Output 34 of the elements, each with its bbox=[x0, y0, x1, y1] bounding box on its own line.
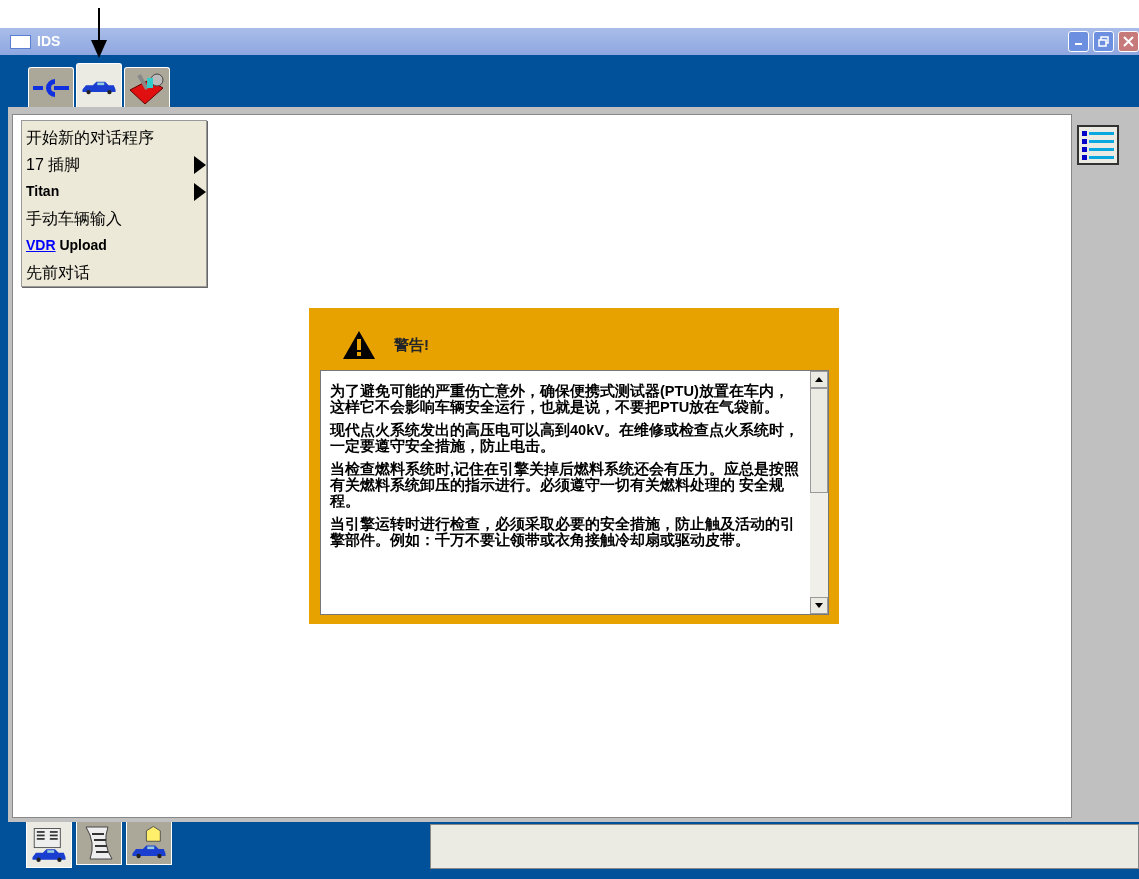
bottom-tab[interactable] bbox=[126, 822, 172, 865]
window-icon bbox=[10, 34, 31, 49]
window-title: IDS bbox=[37, 32, 61, 51]
submenu-item[interactable]: 17 插脚 bbox=[26, 151, 206, 178]
warning-icon bbox=[342, 330, 376, 360]
toolbar-tab[interactable] bbox=[28, 67, 74, 107]
submenu-arrow-icon bbox=[194, 155, 206, 174]
minimize-button[interactable] bbox=[1068, 31, 1089, 52]
document-car-icon bbox=[29, 825, 69, 864]
toolbar-tab[interactable] bbox=[124, 67, 170, 107]
warning-paragraph: 当检查燃料系统时,记住在引擎关掉后燃料系统还会有压力。应总是按照有关燃料系统卸压的指示进行。必须遵守一切有关燃料处理的 安全规程。 bbox=[330, 461, 801, 509]
restore-button[interactable] bbox=[1093, 31, 1114, 52]
scroll-icon bbox=[82, 825, 116, 861]
toolbar-tab[interactable] bbox=[76, 63, 122, 107]
warning-paragraph: 为了避免可能的严重伤亡意外，确保便携式测试器(PTU)放置在车内，这样它不会影响车辆安全运行，也就是说，不要把PTU放在气袋前。 bbox=[330, 383, 790, 415]
list-button[interactable] bbox=[1077, 125, 1119, 165]
menu-item[interactable]: VDR Upload bbox=[26, 232, 206, 259]
close-button[interactable] bbox=[1118, 31, 1139, 52]
menu-item[interactable]: 开始新的对话程序 bbox=[26, 124, 206, 151]
warning-title: 警告! bbox=[394, 334, 429, 355]
bottom-tab[interactable] bbox=[76, 822, 122, 865]
restore-icon bbox=[1098, 36, 1109, 47]
scroll-up-icon[interactable] bbox=[815, 377, 823, 382]
submenu-item[interactable]: Titan bbox=[26, 178, 206, 205]
scrollbar[interactable] bbox=[810, 371, 828, 614]
submenu-arrow-icon bbox=[194, 182, 206, 201]
scroll-down-icon[interactable] bbox=[815, 603, 823, 608]
bottom-tab[interactable] bbox=[26, 822, 72, 868]
menu-item[interactable]: 先前对话 bbox=[26, 259, 206, 286]
menu-item[interactable]: 手动车辆输入 bbox=[26, 205, 206, 232]
warning-paragraph: 当引擎运转时进行检查，必须采取必要的安全措施，防止触及活动的引擎部件。例如：千万不要让领带或衣角接触冷却扇或驱动皮带。 bbox=[330, 516, 796, 548]
warning-paragraph: 现代点火系统发出的高压电可以高到40kV。在维修或检查点火系统时，一定要遵守安全措施，防止电击。 bbox=[330, 422, 801, 454]
close-icon bbox=[1123, 36, 1134, 47]
down-arrow-icon bbox=[90, 8, 108, 58]
